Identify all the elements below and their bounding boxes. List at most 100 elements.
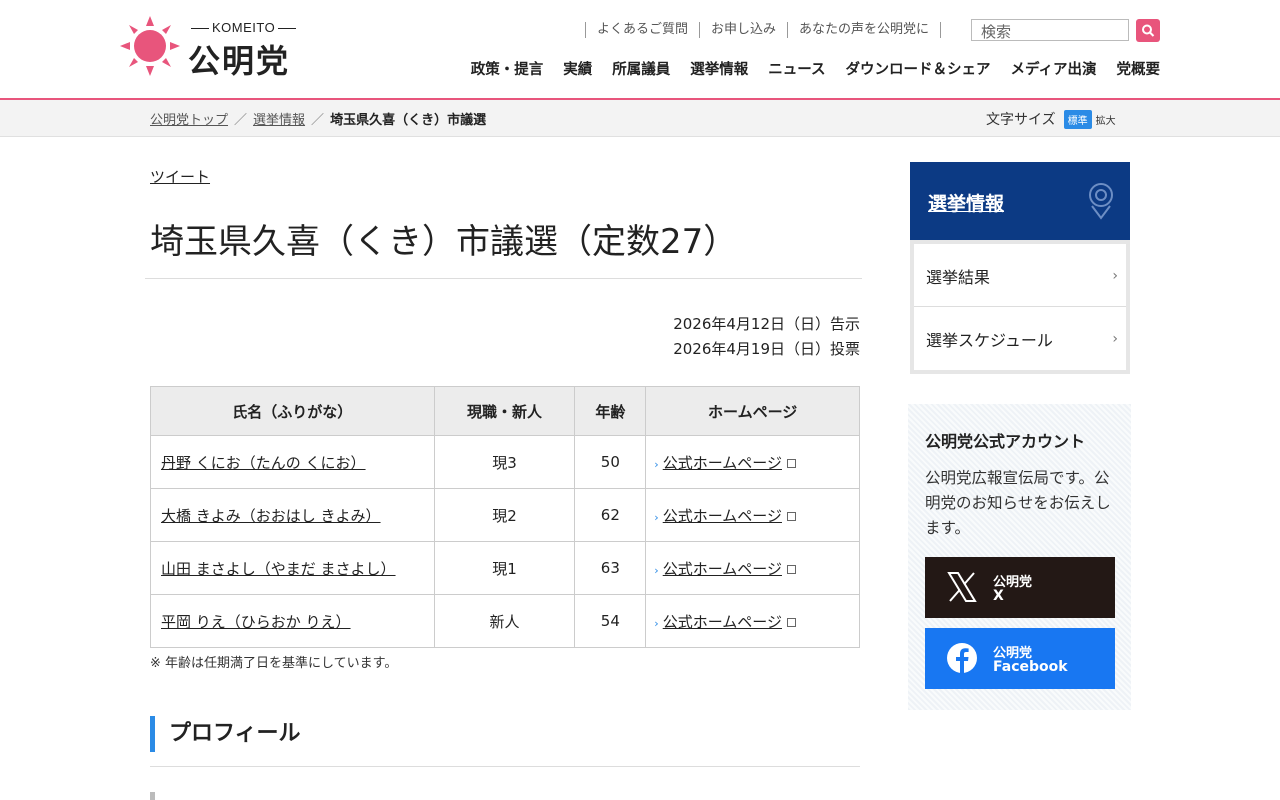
- breadcrumb: 公明党トップ ／ 選挙情報 ／ 埼玉県久喜（くき）市議選: [150, 109, 486, 128]
- candidate-status: 現3: [433, 435, 576, 489]
- external-link-icon: [786, 564, 796, 574]
- sidebar-title[interactable]: 選挙情報: [928, 189, 1004, 216]
- breadcrumb-separator: ／: [311, 113, 325, 128]
- nav-achievements[interactable]: 実績: [563, 58, 592, 79]
- logo-english: KOMEITO: [188, 20, 299, 35]
- sidebar-item-label: 選挙結果: [926, 268, 991, 287]
- candidate-name-link[interactable]: 丹野 くにお（たんの くにお）: [161, 454, 366, 472]
- accounts-description: 公明党広報宣伝局です。公明党のお知らせをお伝えします。: [925, 469, 1111, 537]
- external-link-icon: [786, 458, 796, 468]
- official-accounts-box: 公明党公式アカウント 公明党広報宣伝局です。公明党のお知らせをお伝えします。 公…: [908, 404, 1131, 710]
- table-row: 丹野 くにお（たんの くにお） 現3 50 › 公式ホームページ: [150, 435, 860, 489]
- nav-media[interactable]: メディア出演: [1011, 58, 1097, 79]
- nav-election[interactable]: 選挙情報: [690, 58, 748, 79]
- flower-emblem-icon: [1089, 183, 1113, 220]
- site-header: KOMEITO 公明党 よくあるご質問 お申し込み あなたの声を公明党に 検索 …: [0, 0, 1280, 100]
- sidebar-item-schedule[interactable]: 選挙スケジュール ›: [914, 307, 1126, 369]
- chevron-right-icon: ›: [1112, 268, 1118, 284]
- candidate-name-cell: 山田 まさよし（やまだ まさよし）: [150, 541, 435, 595]
- candidate-name-cell: 丹野 くにお（たんの くにお）: [150, 435, 435, 489]
- column-header-age: 年齢: [574, 386, 647, 436]
- breadcrumb-election[interactable]: 選挙情報: [253, 113, 305, 128]
- column-header-homepage: ホームページ: [645, 386, 860, 436]
- sidebar-item-results[interactable]: 選挙結果 ›: [914, 244, 1126, 307]
- font-size-large-button[interactable]: 拡大: [1096, 112, 1116, 127]
- table-row: 平岡 りえ（ひらおか りえ） 新人 54 › 公式ホームページ: [150, 594, 860, 648]
- font-size-label: 文字サイズ: [986, 112, 1056, 128]
- global-nav: 政策・提言 実績 所属議員 選挙情報 ニュース ダウンロード＆シェア メディア出…: [471, 58, 1160, 79]
- table-row: 大橋 きよみ（おおはし きよみ） 現2 62 › 公式ホームページ: [150, 488, 860, 542]
- utility-apply-link[interactable]: お申し込み: [699, 22, 787, 38]
- candidate-status: 現1: [433, 541, 576, 595]
- nav-download[interactable]: ダウンロード＆シェア: [846, 58, 991, 79]
- site-logo[interactable]: KOMEITO 公明党: [118, 12, 318, 82]
- homepage-link[interactable]: 公式ホームページ: [663, 507, 782, 525]
- nav-members[interactable]: 所属議員: [612, 58, 670, 79]
- table-row: 山田 まさよし（やまだ まさよし） 現1 63 › 公式ホームページ: [150, 541, 860, 595]
- breadcrumb-separator: ／: [234, 113, 248, 128]
- sidebar-header: 選挙情報: [910, 162, 1130, 240]
- profile-heading: プロフィール: [150, 716, 301, 752]
- search-button[interactable]: [1136, 19, 1160, 42]
- homepage-link[interactable]: 公式ホームページ: [663, 560, 782, 578]
- homepage-link[interactable]: 公式ホームページ: [663, 613, 782, 631]
- candidate-name-link[interactable]: 山田 まさよし（やまだ まさよし）: [161, 560, 396, 578]
- candidates-table: 氏名（ふりがな） 現職・新人 年齢 ホームページ 丹野 くにお（たんの くにお）…: [150, 386, 860, 648]
- profile-divider: [150, 766, 860, 767]
- breadcrumb-current: 埼玉県久喜（くき）市議選: [330, 113, 487, 128]
- nav-policy[interactable]: 政策・提言: [471, 58, 544, 79]
- candidate-status: 新人: [433, 594, 576, 648]
- homepage-cell: › 公式ホームページ: [645, 488, 860, 542]
- nav-about[interactable]: 党概要: [1117, 58, 1161, 79]
- page-title: 埼玉県久喜（くき）市議選（定数27）: [150, 222, 738, 262]
- voting-date: 2026年4月19日（日）投票: [673, 340, 860, 358]
- homepage-cell: › 公式ホームページ: [645, 541, 860, 595]
- sidebar-menu-panel: 選挙結果 › 選挙スケジュール ›: [914, 244, 1126, 370]
- breadcrumb-bar: 公明党トップ ／ 選挙情報 ／ 埼玉県久喜（くき）市議選 文字サイズ 標準 拡大: [0, 100, 1280, 137]
- utility-faq-link[interactable]: よくあるご質問: [585, 22, 699, 38]
- tweet-link[interactable]: ツイート: [150, 166, 210, 187]
- homepage-cell: › 公式ホームページ: [645, 594, 860, 648]
- candidate-age: 50: [574, 435, 647, 489]
- candidate-name-link[interactable]: 平岡 りえ（ひらおか りえ）: [161, 613, 351, 631]
- facebook-account-platform: Facebook: [993, 659, 1068, 675]
- facebook-logo-icon: [947, 643, 977, 673]
- sidebar-item-label: 選挙スケジュール: [926, 331, 1053, 350]
- candidate-status: 現2: [433, 488, 576, 542]
- chevron-right-icon: ›: [654, 510, 659, 524]
- x-logo-icon: [947, 572, 977, 602]
- search-input[interactable]: 検索: [971, 19, 1129, 41]
- column-header-status: 現職・新人: [433, 386, 576, 436]
- sun-logo-icon: [120, 16, 180, 76]
- candidate-name-link[interactable]: 大橋 きよみ（おおはし きよみ）: [161, 507, 381, 525]
- homepage-cell: › 公式ホームページ: [645, 435, 860, 489]
- chevron-right-icon: ›: [654, 457, 659, 471]
- title-divider: [145, 278, 862, 279]
- breadcrumb-top[interactable]: 公明党トップ: [150, 113, 228, 128]
- candidate-age: 54: [574, 594, 647, 648]
- font-size-switcher: 文字サイズ 標準 拡大: [986, 109, 1116, 129]
- age-note: ※ 年齢は任期満了日を基準にしています。: [150, 656, 398, 671]
- chevron-right-icon: ›: [654, 616, 659, 630]
- chevron-right-icon: ›: [654, 563, 659, 577]
- table-header-row: 氏名（ふりがな） 現職・新人 年齢 ホームページ: [150, 386, 860, 436]
- search-icon: [1142, 24, 1155, 37]
- election-dates: 2026年4月12日（日）告示 2026年4月19日（日）投票: [673, 312, 860, 362]
- x-account-platform: X: [993, 588, 1004, 604]
- sidebar-menu: 選挙結果 › 選挙スケジュール ›: [910, 240, 1130, 374]
- announcement-date: 2026年4月12日（日）告示: [673, 315, 860, 333]
- profile-entry-marker: [150, 792, 155, 800]
- candidate-name-cell: 大橋 きよみ（おおはし きよみ）: [150, 488, 435, 542]
- x-account-button[interactable]: 公明党 X: [925, 557, 1115, 618]
- facebook-account-button[interactable]: 公明党 Facebook: [925, 628, 1115, 689]
- column-header-name: 氏名（ふりがな）: [150, 386, 435, 436]
- homepage-link[interactable]: 公式ホームページ: [663, 454, 782, 472]
- logo-japanese: 公明党: [188, 42, 291, 80]
- utility-nav: よくあるご質問 お申し込み あなたの声を公明党に: [585, 22, 942, 38]
- utility-voice-link[interactable]: あなたの声を公明党に: [787, 22, 942, 38]
- nav-news[interactable]: ニュース: [768, 58, 825, 79]
- candidate-name-cell: 平岡 りえ（ひらおか りえ）: [150, 594, 435, 648]
- font-size-standard-button[interactable]: 標準: [1063, 109, 1092, 129]
- chevron-right-icon: ›: [1112, 331, 1118, 347]
- external-link-icon: [786, 617, 796, 627]
